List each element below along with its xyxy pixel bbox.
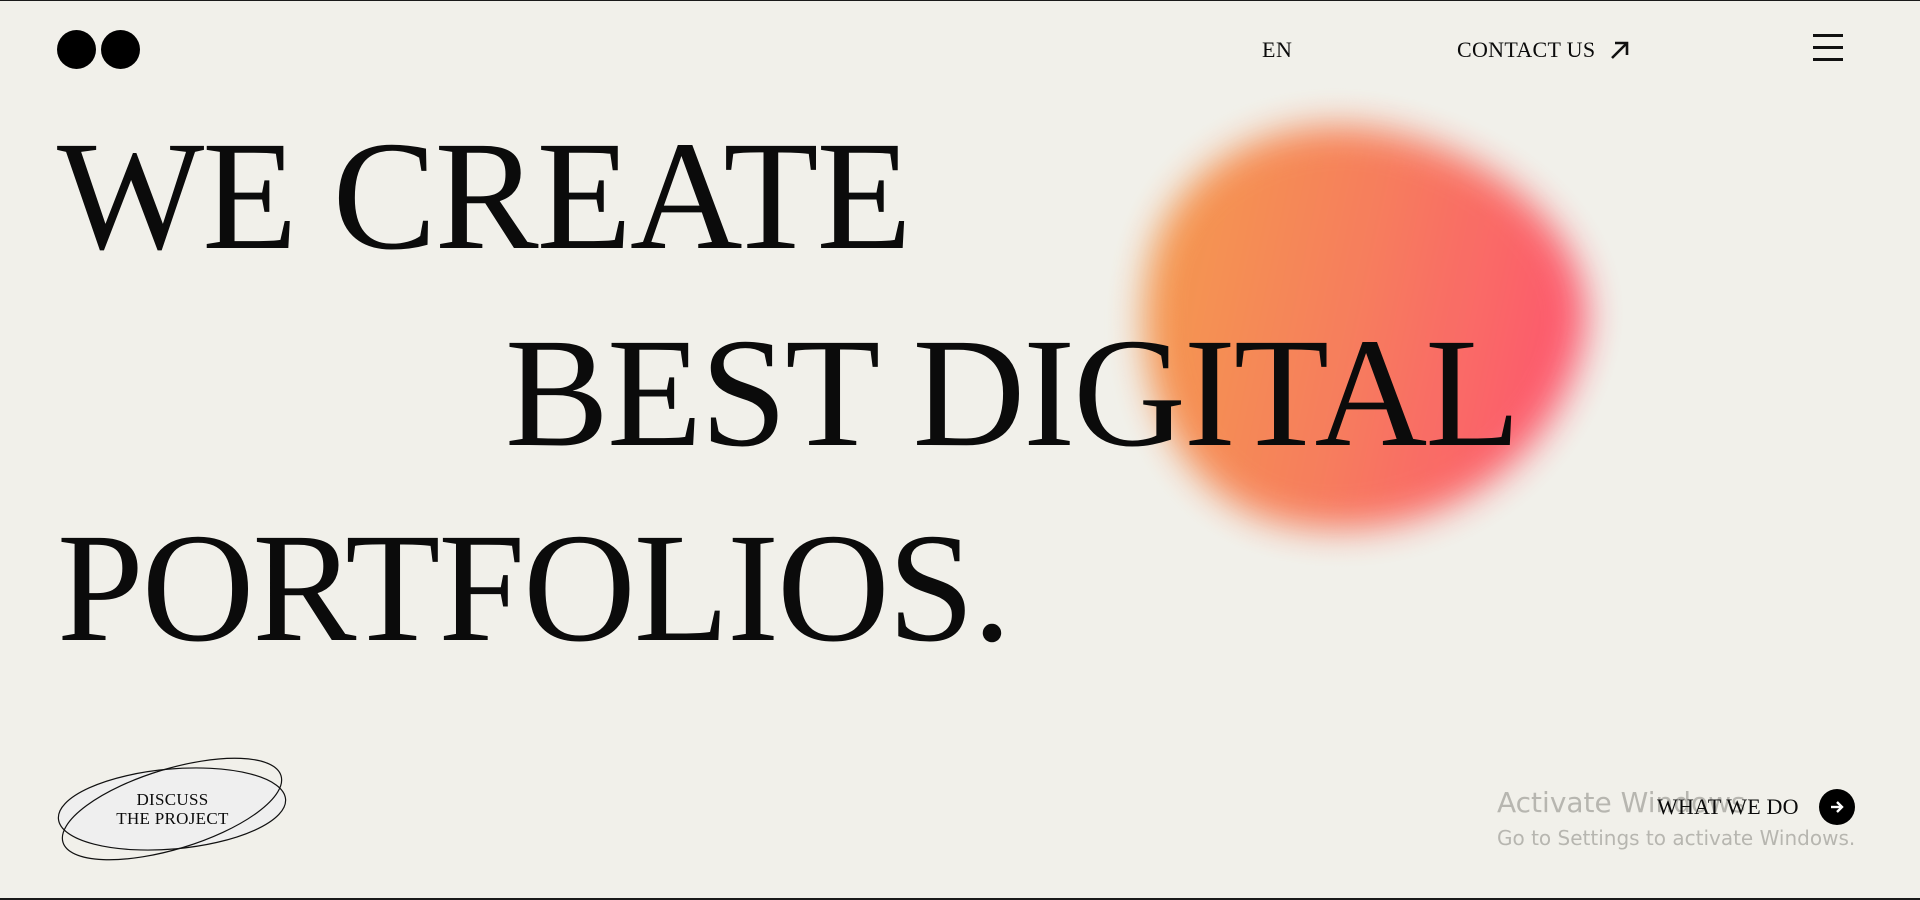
contact-us-link[interactable]: CONTACT US: [1457, 37, 1631, 63]
arrow-right-circle-icon: [1818, 789, 1855, 825]
menu-bar-middle: [1813, 46, 1843, 49]
logo[interactable]: [57, 30, 141, 70]
menu-bar-top: [1813, 34, 1843, 37]
what-we-do-label: WHAT WE DO: [1657, 794, 1799, 819]
what-we-do-link[interactable]: WHAT WE DO: [1657, 789, 1855, 825]
activate-windows-subtitle: Go to Settings to activate Windows.: [1497, 826, 1856, 850]
arrow-up-right-icon: [1611, 41, 1629, 59]
discuss-project-button[interactable]: DISCUSS THE PROJECT: [55, 748, 290, 870]
hero-line-3: PORTFOLIOS.: [57, 501, 1011, 674]
arrow-right-icon: [1830, 801, 1844, 813]
menu-bar-bottom: [1813, 58, 1843, 61]
top-border: [0, 0, 1920, 1]
hamburger-menu-icon[interactable]: [1813, 34, 1843, 62]
contact-us-label: CONTACT US: [1457, 37, 1596, 62]
logo-dot-right: [101, 30, 140, 69]
discuss-label-line2: THE PROJECT: [116, 809, 229, 828]
logo-dot-left: [57, 30, 96, 69]
discuss-project-label: DISCUSS THE PROJECT: [55, 790, 290, 828]
language-switch[interactable]: EN: [1262, 37, 1292, 63]
hero-line-2: BEST DIGITAL: [505, 306, 1521, 479]
discuss-label-line1: DISCUSS: [136, 790, 209, 809]
hero-line-1: WE CREATE: [57, 109, 912, 282]
